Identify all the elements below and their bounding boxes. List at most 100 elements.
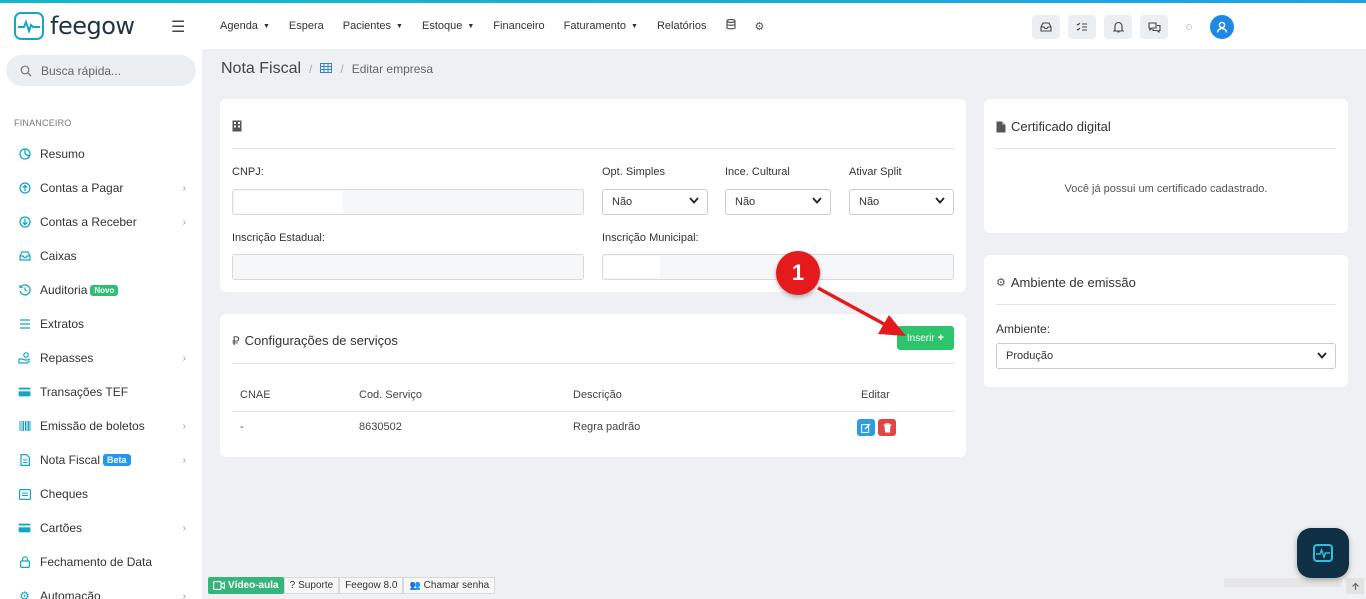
sidebar-item-cartoes[interactable]: Cartões ›: [0, 511, 202, 545]
new-badge: Novo: [90, 284, 119, 296]
sidebar-item-emissao-de-boletos[interactable]: Emissão de boletos ›: [0, 409, 202, 443]
insert-button[interactable]: Inserir +: [897, 326, 954, 350]
nav-relatorios[interactable]: Relatórios: [657, 20, 707, 32]
pie-chart-icon: [18, 148, 31, 161]
tray-icon: [18, 250, 31, 263]
quick-search[interactable]: [6, 55, 196, 86]
ativar-split-select[interactable]: Não: [849, 189, 954, 215]
feegow-logo[interactable]: feegow: [14, 12, 135, 40]
tasks-icon[interactable]: [1068, 15, 1096, 39]
cell-cnae: -: [240, 421, 244, 433]
opt-simples-select[interactable]: Não: [602, 189, 708, 215]
edit-button[interactable]: [857, 419, 875, 436]
sidebar-item-contas-a-receber[interactable]: Contas a Receber ›: [0, 205, 202, 239]
sidebar-item-repasses[interactable]: Repasses ›: [0, 341, 202, 375]
hamburger-menu-icon[interactable]: ☰: [171, 17, 185, 37]
cnpj-field[interactable]: [232, 189, 584, 215]
video-tutorial-button[interactable]: Vídeo-aula: [208, 576, 284, 594]
chevron-right-icon: ›: [182, 182, 186, 194]
search-icon: [20, 65, 32, 76]
divider: [232, 363, 954, 364]
credit-card-icon: [18, 522, 31, 535]
sidebar-item-contas-a-pagar[interactable]: Contas a Pagar ›: [0, 171, 202, 205]
assistant-fab-button[interactable]: [1297, 528, 1349, 578]
grid-icon[interactable]: [320, 62, 333, 76]
cnpj-label: CNPJ:: [232, 166, 264, 178]
inscricao-estadual-label: Inscrição Estadual:: [232, 232, 325, 244]
nav-financeiro[interactable]: Financeiro: [493, 20, 544, 32]
nav-pacientes[interactable]: Pacientes ▼: [343, 20, 403, 32]
cogs-icon: ⚙: [996, 277, 1006, 289]
arrow-up-circle-icon: [18, 182, 31, 195]
nav-faturamento[interactable]: Faturamento ▼: [564, 20, 638, 32]
environment-label: Ambiente:: [996, 322, 1051, 336]
divider: [232, 148, 954, 149]
services-title: ₽ Configurações de serviços: [232, 333, 398, 348]
divider: [996, 148, 1336, 149]
plus-icon: +: [937, 332, 945, 344]
inscricao-estadual-field[interactable]: [232, 254, 584, 280]
chevron-right-icon: ›: [182, 216, 186, 228]
card-icon: [18, 386, 31, 399]
sidebar-item-extratos[interactable]: Extratos: [0, 307, 202, 341]
logo-mark-icon: [14, 12, 44, 40]
inbox-icon[interactable]: [1032, 15, 1060, 39]
sidebar-item-automacao[interactable]: ⚙ Automação ›: [0, 579, 202, 599]
footer-right-strip: [1224, 578, 1342, 587]
delete-button[interactable]: [878, 419, 896, 436]
sidebar: FINANCEIRO Resumo Contas a Pagar › Conta…: [0, 49, 202, 599]
document-icon: [18, 454, 31, 467]
sidebar-item-cheques[interactable]: Cheques: [0, 477, 202, 511]
chevron-right-icon: ›: [182, 522, 186, 534]
ince-cultural-select[interactable]: Não: [725, 189, 831, 215]
gear-icon[interactable]: ⚙: [755, 20, 765, 33]
sidebar-item-caixas[interactable]: Caixas: [0, 239, 202, 273]
nav-espera[interactable]: Espera: [289, 20, 324, 32]
monitor-heart-icon: [1313, 544, 1333, 562]
bell-icon[interactable]: [1104, 15, 1132, 39]
hand-coins-icon: [18, 352, 31, 365]
database-icon[interactable]: [725, 18, 736, 33]
breadcrumb-separator: /: [309, 62, 313, 76]
scroll-up-button[interactable]: [1346, 578, 1364, 594]
chevron-down-icon: [812, 196, 822, 207]
cogs-icon: ⚙: [19, 589, 30, 599]
chat-icon[interactable]: [1140, 15, 1168, 39]
sidebar-item-auditoria[interactable]: Auditoria Novo: [0, 273, 202, 307]
quick-search-input[interactable]: [41, 63, 171, 78]
chevron-down-icon: [689, 196, 699, 207]
column-header-cnae: CNAE: [240, 389, 271, 401]
caret-down-icon: ▼: [467, 22, 475, 30]
inscricao-municipal-label: Inscrição Municipal:: [602, 232, 699, 244]
divider: [996, 304, 1336, 305]
lock-icon: [18, 556, 31, 569]
top-navbar: feegow ☰ Agenda ▼ Espera Pacientes ▼ Estoq…: [0, 3, 1366, 49]
check-doc-icon: [18, 488, 31, 501]
column-header-descricao: Descrição: [573, 389, 622, 401]
sidebar-item-fechamento-de-data[interactable]: Fechamento de Data: [0, 545, 202, 579]
sidebar-item-resumo[interactable]: Resumo: [0, 137, 202, 171]
environment-select[interactable]: Produção: [996, 343, 1336, 369]
breadcrumb-current: Editar empresa: [351, 62, 434, 76]
chevron-right-icon: ›: [182, 420, 186, 432]
ativar-split-label: Ativar Split: [849, 166, 902, 178]
building-icon: [232, 120, 242, 135]
user-avatar-icon[interactable]: [1210, 15, 1234, 39]
currency-icon: ₽: [232, 333, 240, 348]
sidebar-item-nota-fiscal[interactable]: Nota Fiscal Beta ›: [0, 443, 202, 477]
nav-agenda[interactable]: Agenda ▼: [220, 20, 270, 32]
arrow-down-circle-icon: [18, 216, 31, 229]
support-button[interactable]: ? Suporte: [283, 576, 340, 594]
page-title[interactable]: Nota Fiscal: [221, 60, 301, 78]
beta-badge: Beta: [103, 454, 131, 466]
nav-estoque[interactable]: Estoque ▼: [422, 20, 474, 32]
top-action-icons: [1032, 15, 1234, 39]
history-icon: [18, 284, 31, 297]
column-header-cod-servico: Cod. Serviço: [359, 389, 422, 401]
call-queue-button[interactable]: 👥 Chamar senha: [403, 576, 496, 594]
sidebar-item-transacoes-tef[interactable]: Transações TEF: [0, 375, 202, 409]
file-icon: [996, 121, 1006, 132]
certificate-title: Certificado digital: [996, 119, 1111, 134]
certificate-message: Você já possui um certificado cadastrado…: [1064, 183, 1268, 195]
table-header-divider: [232, 411, 954, 412]
